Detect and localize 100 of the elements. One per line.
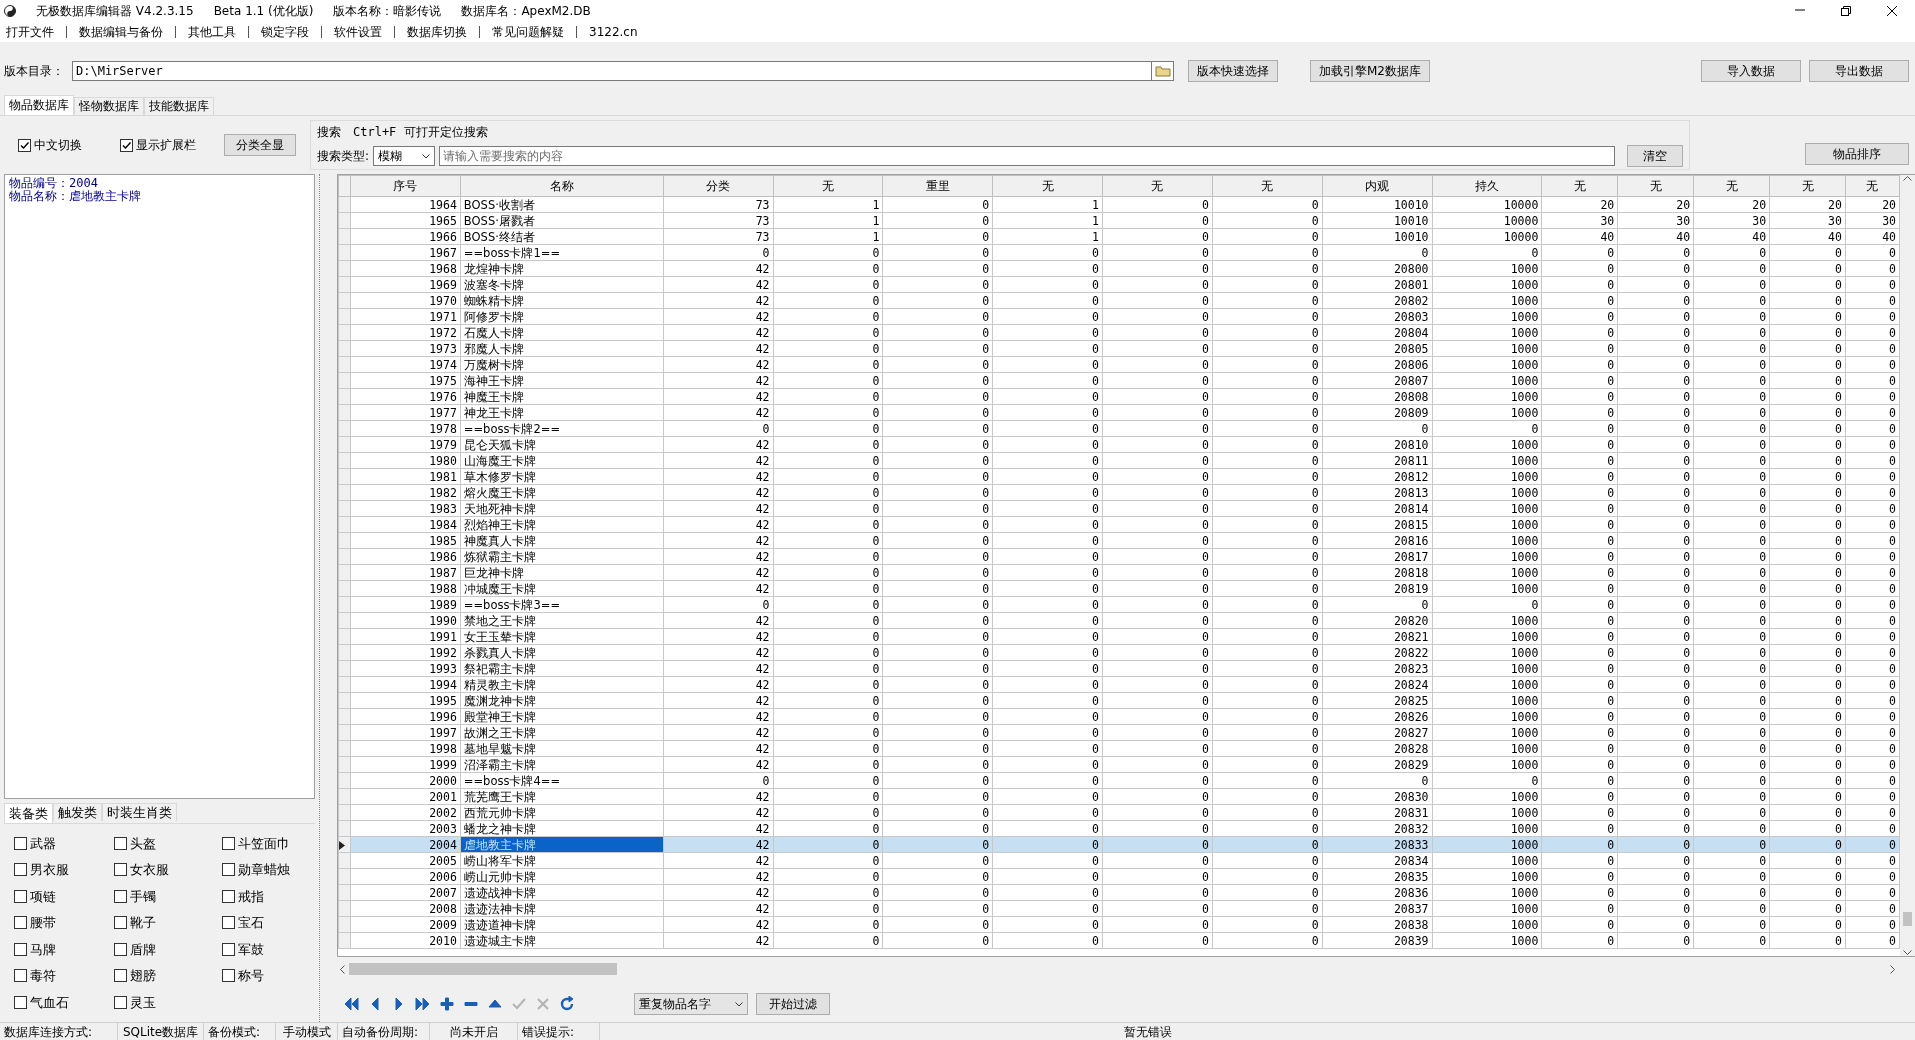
toolbar-button[interactable]: 导入数据 [1701, 60, 1801, 82]
table-cell: BOSS·终结者 [460, 228, 664, 245]
table-cell: 0 [1102, 436, 1213, 453]
checkbox[interactable] [114, 916, 127, 930]
menu-item[interactable]: 数据库切换 [394, 26, 479, 38]
toolbar-button[interactable]: 版本快速选择 [1188, 60, 1278, 82]
checkbox[interactable] [14, 995, 27, 1009]
tab[interactable]: 装备类 [4, 802, 53, 823]
checkbox[interactable] [14, 836, 27, 850]
scrollbar-thumb[interactable] [1903, 912, 1912, 926]
checkbox[interactable] [222, 889, 235, 903]
status-text: 尚未开启 [430, 1022, 518, 1040]
checkbox[interactable] [114, 995, 127, 1009]
checkbox[interactable] [120, 138, 133, 152]
tab[interactable]: 触发类 [53, 802, 102, 821]
tab[interactable]: 技能数据库 [144, 97, 214, 115]
scroll-left-icon[interactable] [339, 964, 345, 974]
tab[interactable]: 时装生肖类 [102, 802, 177, 821]
checkbox[interactable] [14, 863, 27, 877]
table-cell: 0 [882, 436, 993, 453]
show-all-button[interactable]: 分类全显 [224, 134, 296, 156]
table-cell: 0 [882, 852, 993, 869]
column-header[interactable]: 分类 [663, 175, 773, 197]
column-header[interactable]: 无 [1102, 175, 1213, 197]
column-header[interactable]: 无 [1693, 175, 1770, 197]
column-header[interactable]: 无 [773, 175, 883, 197]
table-cell: 42 [663, 372, 773, 389]
table-cell: 0 [882, 868, 993, 885]
table-cell: 荒芜鹰王卡牌 [460, 788, 664, 805]
scrollbar-thumb[interactable] [349, 963, 617, 975]
restore-icon[interactable] [1840, 5, 1852, 17]
folder-button[interactable] [1152, 61, 1174, 81]
table-cell: 0 [1617, 308, 1694, 325]
table-cell: 1 [992, 196, 1103, 213]
menu-item[interactable]: 软件设置 [321, 26, 394, 38]
column-header[interactable]: 无 [1617, 175, 1694, 197]
scroll-right-icon[interactable] [1890, 964, 1896, 974]
column-header[interactable]: 无 [1769, 175, 1846, 197]
checkbox[interactable] [18, 138, 31, 152]
path-field[interactable]: D:\MirServer [72, 61, 1152, 81]
table-cell: 0 [1617, 628, 1694, 645]
column-header[interactable]: 重里 [882, 175, 993, 197]
checkbox[interactable] [114, 863, 127, 877]
clear-button[interactable]: 清空 [1627, 145, 1683, 167]
column-header[interactable]: 无 [992, 175, 1103, 197]
checkbox[interactable] [14, 969, 27, 983]
table-cell: 0 [1845, 676, 1900, 693]
table-cell: 1000 [1432, 676, 1542, 693]
checkbox[interactable] [14, 889, 27, 903]
menu-item[interactable]: 其他工具 [175, 26, 248, 38]
filter-select[interactable]: 重复物品名字 [634, 993, 748, 1015]
checkbox[interactable] [222, 863, 235, 877]
table-cell: 0 [1693, 692, 1770, 709]
checkbox[interactable] [14, 942, 27, 956]
checkbox[interactable] [222, 836, 235, 850]
table-cell: 20839 [1322, 932, 1432, 949]
table-cell: 0 [1693, 740, 1770, 757]
table-cell: 42 [663, 500, 773, 517]
checkbox[interactable] [222, 916, 235, 930]
column-header[interactable]: 内观 [1322, 175, 1432, 197]
checkbox[interactable] [222, 969, 235, 983]
menu-item[interactable]: 数据编辑与备份 [66, 26, 175, 38]
table-cell: 0 [1212, 404, 1323, 421]
checkbox[interactable] [222, 942, 235, 956]
column-header[interactable]: 名称 [460, 175, 664, 197]
menu-item[interactable]: 常见问题解疑 [479, 26, 576, 38]
table-cell: 20805 [1322, 340, 1432, 357]
scroll-down-icon[interactable] [1903, 950, 1912, 956]
table-cell: 1000 [1432, 564, 1542, 581]
menu-item[interactable]: 打开文件 [2, 26, 66, 38]
checkbox[interactable] [114, 836, 127, 850]
search-field[interactable]: 请输入需要搜索的内容 [438, 146, 1616, 166]
table-cell: 0 [1541, 436, 1618, 453]
column-header[interactable]: 无 [1845, 175, 1900, 197]
table-cell: 0 [1845, 756, 1900, 773]
checkbox[interactable] [114, 942, 127, 956]
checkbox[interactable] [114, 889, 127, 903]
table-cell: 0 [882, 804, 993, 821]
table-cell: 20826 [1322, 708, 1432, 725]
filter-button[interactable]: 开始过滤 [756, 993, 830, 1015]
table-cell: 0 [1693, 612, 1770, 629]
toolbar-button[interactable]: 导出数据 [1809, 60, 1909, 82]
search-type-select[interactable]: 模糊 [373, 146, 435, 166]
table-cell: 0 [1617, 276, 1694, 293]
column-header[interactable]: 序号 [350, 175, 461, 197]
sort-button[interactable]: 物品排序 [1805, 143, 1909, 165]
close-icon[interactable] [1886, 5, 1898, 17]
column-header[interactable]: 持久 [1432, 175, 1542, 197]
tab[interactable]: 物品数据库 [4, 95, 74, 115]
table-cell: 0 [1617, 660, 1694, 677]
column-header[interactable]: 无 [1212, 175, 1323, 197]
tab[interactable]: 怪物数据库 [74, 97, 144, 115]
checkbox[interactable] [14, 916, 27, 930]
table-cell: 0 [773, 628, 883, 645]
toolbar-button[interactable]: 加载引擎M2数据库 [1310, 60, 1430, 82]
scroll-up-icon[interactable] [1903, 175, 1912, 181]
column-header[interactable]: 无 [1541, 175, 1618, 197]
menu-item[interactable]: 锁定字段 [248, 26, 321, 38]
menu-item[interactable]: 3122.cn [576, 26, 650, 38]
checkbox[interactable] [114, 969, 127, 983]
